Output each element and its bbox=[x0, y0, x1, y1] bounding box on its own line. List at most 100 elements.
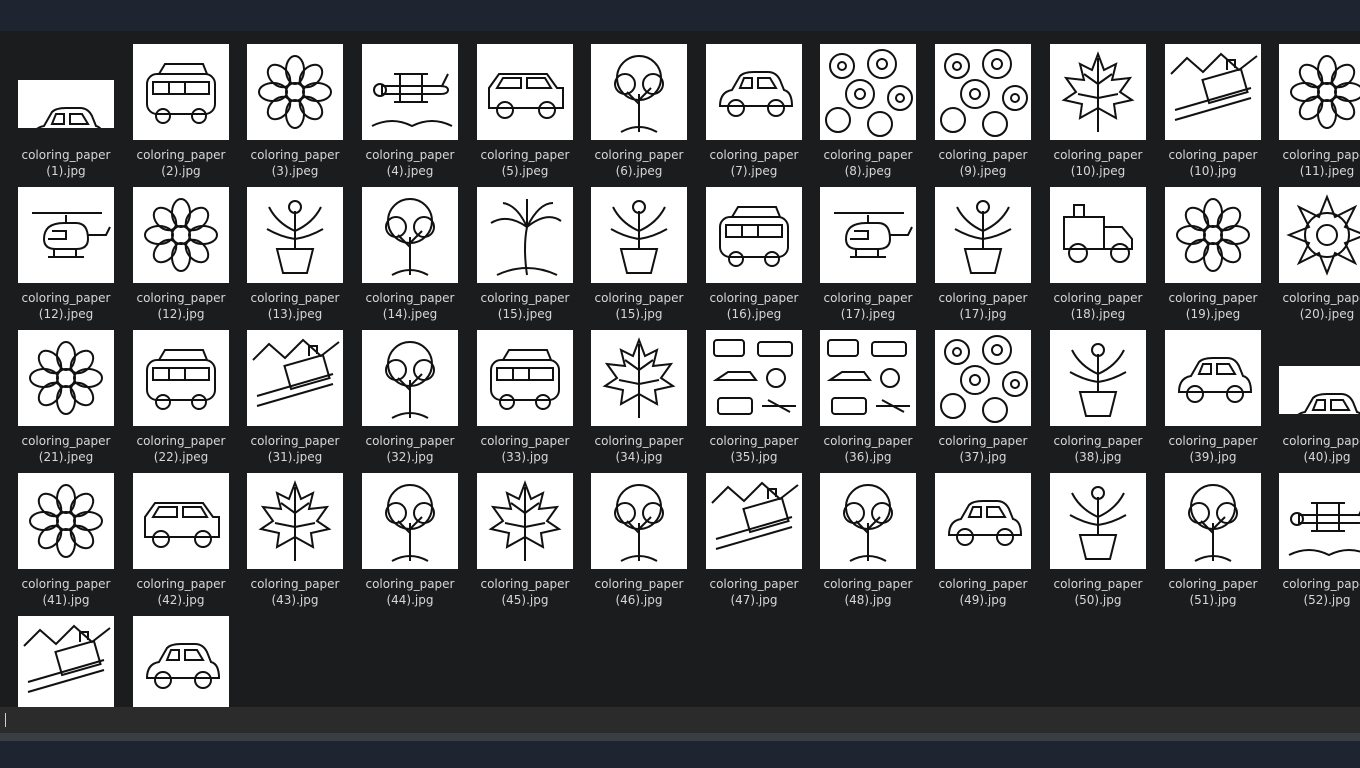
file-thumbnail[interactable] bbox=[362, 330, 458, 426]
file-item[interactable]: coloring_paper (41).jpg bbox=[0, 460, 115, 607]
file-item[interactable]: coloring_paper (22).jpeg bbox=[115, 317, 230, 464]
file-item[interactable]: coloring_paper (36).jpg bbox=[802, 317, 917, 464]
file-thumbnail[interactable] bbox=[133, 44, 229, 140]
file-item[interactable]: coloring_paper (44).jpg bbox=[344, 460, 459, 607]
file-item[interactable]: coloring_paper (18).jpeg bbox=[1032, 174, 1147, 321]
file-item[interactable]: coloring_paper (47).jpg bbox=[688, 460, 803, 607]
file-item[interactable]: coloring_paper (19).jpeg bbox=[1147, 174, 1262, 321]
file-thumbnail[interactable] bbox=[935, 330, 1031, 426]
file-item[interactable]: coloring_paper (17).jpg bbox=[917, 174, 1032, 321]
file-thumbnail[interactable] bbox=[1050, 473, 1146, 569]
file-thumbnail[interactable] bbox=[18, 187, 114, 283]
file-item[interactable]: coloring_paper (33).jpg bbox=[459, 317, 574, 464]
file-item[interactable]: coloring_paper (9).jpeg bbox=[917, 31, 1032, 178]
file-item[interactable]: coloring_paper (52).jpg bbox=[1261, 460, 1360, 607]
file-item[interactable]: coloring_paper (5).jpeg bbox=[459, 31, 574, 178]
file-item[interactable]: coloring_paper (42).jpg bbox=[115, 460, 230, 607]
file-thumbnail[interactable] bbox=[247, 44, 343, 140]
file-item[interactable]: coloring_paper (1).jpg bbox=[0, 31, 115, 178]
file-thumbnail[interactable] bbox=[362, 187, 458, 283]
file-thumbnail[interactable] bbox=[706, 187, 802, 283]
file-item[interactable]: coloring_paper (15).jpg bbox=[573, 174, 688, 321]
file-item[interactable]: coloring_paper (31).jpeg bbox=[229, 317, 344, 464]
file-thumbnail[interactable] bbox=[591, 44, 687, 140]
horizontal-scrollbar[interactable] bbox=[0, 733, 1360, 741]
file-thumbnail[interactable] bbox=[1279, 187, 1360, 283]
file-item[interactable]: coloring_paper (14).jpeg bbox=[344, 174, 459, 321]
file-thumbnail[interactable] bbox=[18, 330, 114, 426]
file-thumbnail[interactable] bbox=[477, 473, 573, 569]
file-item[interactable]: coloring_paper (21).jpeg bbox=[0, 317, 115, 464]
file-thumbnail[interactable] bbox=[477, 187, 573, 283]
file-thumbnail[interactable] bbox=[706, 330, 802, 426]
file-item[interactable]: coloring_paper (6).jpeg bbox=[573, 31, 688, 178]
file-item[interactable]: coloring_paper (48).jpg bbox=[802, 460, 917, 607]
file-item[interactable]: coloring_paper (32).jpg bbox=[344, 317, 459, 464]
file-thumbnail[interactable] bbox=[1279, 473, 1360, 569]
file-thumbnail[interactable] bbox=[1165, 44, 1261, 140]
file-item[interactable]: coloring_paper (7).jpeg bbox=[688, 31, 803, 178]
file-thumbnail[interactable] bbox=[820, 187, 916, 283]
file-item[interactable]: coloring_paper (12).jpeg bbox=[0, 174, 115, 321]
file-thumbnail[interactable] bbox=[591, 187, 687, 283]
file-item[interactable]: coloring_paper (10).jpeg bbox=[1032, 31, 1147, 178]
file-thumbnail[interactable] bbox=[247, 473, 343, 569]
file-thumbnail[interactable] bbox=[133, 187, 229, 283]
file-item[interactable]: coloring_paper (38).jpg bbox=[1032, 317, 1147, 464]
file-thumbnail[interactable] bbox=[18, 616, 114, 707]
file-item[interactable]: coloring_paper (16).jpeg bbox=[688, 174, 803, 321]
file-thumbnail[interactable] bbox=[591, 330, 687, 426]
file-thumbnail[interactable] bbox=[362, 44, 458, 140]
file-thumbnail[interactable] bbox=[1050, 44, 1146, 140]
file-item[interactable]: coloring_paper(11).jpeg bbox=[1261, 31, 1360, 178]
file-item[interactable]: coloring_paper(20).jpeg bbox=[1261, 174, 1360, 321]
file-item[interactable]: coloring_paper (2).jpg bbox=[115, 31, 230, 178]
file-thumbnail[interactable] bbox=[935, 187, 1031, 283]
file-thumbnail[interactable] bbox=[1050, 187, 1146, 283]
file-thumbnail[interactable] bbox=[1165, 187, 1261, 283]
file-item[interactable]: coloring_paper (50).jpg bbox=[1032, 460, 1147, 607]
file-thumbnail-grid[interactable]: coloring_paper (1).jpg coloring_paper (2).… bbox=[0, 31, 1360, 707]
file-thumbnail[interactable] bbox=[820, 44, 916, 140]
file-thumbnail[interactable] bbox=[18, 80, 114, 128]
file-thumbnail[interactable] bbox=[820, 330, 916, 426]
file-thumbnail[interactable] bbox=[935, 473, 1031, 569]
file-thumbnail[interactable] bbox=[247, 187, 343, 283]
file-thumbnail[interactable] bbox=[362, 473, 458, 569]
file-item[interactable]: coloring_paper (46).jpg bbox=[573, 460, 688, 607]
file-thumbnail[interactable] bbox=[1165, 473, 1261, 569]
file-item[interactable] bbox=[115, 603, 230, 707]
file-item[interactable]: coloring_paper (17).jpeg bbox=[802, 174, 917, 321]
file-thumbnail[interactable] bbox=[133, 616, 229, 707]
file-item[interactable]: coloring_paper (37).jpg bbox=[917, 317, 1032, 464]
file-thumbnail[interactable] bbox=[18, 473, 114, 569]
file-item[interactable]: coloring_paper (15).jpeg bbox=[459, 174, 574, 321]
file-item[interactable] bbox=[0, 603, 115, 707]
file-thumbnail[interactable] bbox=[1165, 330, 1261, 426]
file-item[interactable]: coloring_paper (43).jpg bbox=[229, 460, 344, 607]
file-item[interactable]: coloring_paper (51).jpg bbox=[1147, 460, 1262, 607]
file-thumbnail[interactable] bbox=[706, 44, 802, 140]
file-item[interactable]: coloring_paper (34).jpg bbox=[573, 317, 688, 464]
file-thumbnail[interactable] bbox=[935, 44, 1031, 140]
file-thumbnail[interactable] bbox=[706, 473, 802, 569]
file-item[interactable]: coloring_paper (45).jpg bbox=[459, 460, 574, 607]
file-thumbnail[interactable] bbox=[591, 473, 687, 569]
file-item[interactable]: coloring_paper (39).jpg bbox=[1147, 317, 1262, 464]
file-item[interactable]: coloring_paper (3).jpeg bbox=[229, 31, 344, 178]
file-thumbnail[interactable] bbox=[133, 330, 229, 426]
file-item[interactable]: coloring_paper (8).jpeg bbox=[802, 31, 917, 178]
file-thumbnail[interactable] bbox=[477, 44, 573, 140]
file-item[interactable]: coloring_paper(40).jpg bbox=[1261, 317, 1360, 464]
file-item[interactable]: coloring_paper (13).jpeg bbox=[229, 174, 344, 321]
file-thumbnail[interactable] bbox=[1050, 330, 1146, 426]
file-thumbnail[interactable] bbox=[1279, 366, 1360, 414]
file-item[interactable]: coloring_paper (49).jpg bbox=[917, 460, 1032, 607]
file-item[interactable]: coloring_paper (35).jpg bbox=[688, 317, 803, 464]
file-item[interactable]: coloring_paper (10).jpg bbox=[1147, 31, 1262, 178]
file-thumbnail[interactable] bbox=[133, 473, 229, 569]
file-thumbnail[interactable] bbox=[477, 330, 573, 426]
file-item[interactable]: coloring_paper (4).jpeg bbox=[344, 31, 459, 178]
file-thumbnail[interactable] bbox=[820, 473, 916, 569]
file-thumbnail[interactable] bbox=[1279, 44, 1360, 140]
